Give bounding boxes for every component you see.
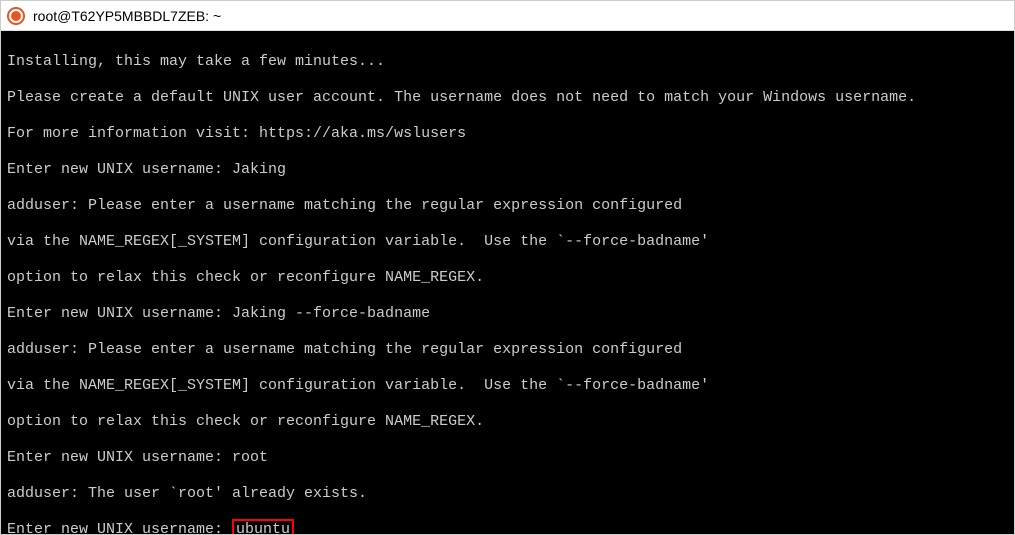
terminal-line: Enter new UNIX username: Jaking (7, 161, 1008, 179)
terminal-line: adduser: Please enter a username matchin… (7, 341, 1008, 359)
ubuntu-icon (7, 7, 25, 25)
terminal-line: For more information visit: https://aka.… (7, 125, 1008, 143)
terminal-line: Installing, this may take a few minutes.… (7, 53, 1008, 71)
terminal-line: via the NAME_REGEX[_SYSTEM] configuratio… (7, 233, 1008, 251)
terminal-line: Enter new UNIX username: root (7, 449, 1008, 467)
terminal-line: Enter new UNIX username: Jaking --force-… (7, 305, 1008, 323)
terminal-line: Please create a default UNIX user accoun… (7, 89, 1008, 107)
terminal-output[interactable]: Installing, this may take a few minutes.… (1, 31, 1014, 534)
terminal-line: adduser: Please enter a username matchin… (7, 197, 1008, 215)
terminal-line: adduser: The user `root' already exists. (7, 485, 1008, 503)
terminal-line: Enter new UNIX username: ubuntu (7, 521, 1008, 534)
terminal-line: option to relax this check or reconfigur… (7, 269, 1008, 287)
highlighted-username: ubuntu (232, 519, 294, 534)
terminal-line: option to relax this check or reconfigur… (7, 413, 1008, 431)
prompt-text: Enter new UNIX username: (7, 521, 232, 534)
terminal-line: via the NAME_REGEX[_SYSTEM] configuratio… (7, 377, 1008, 395)
window-titlebar: root@T62YP5MBBDL7ZEB: ~ (1, 1, 1014, 31)
window-title: root@T62YP5MBBDL7ZEB: ~ (33, 8, 221, 24)
